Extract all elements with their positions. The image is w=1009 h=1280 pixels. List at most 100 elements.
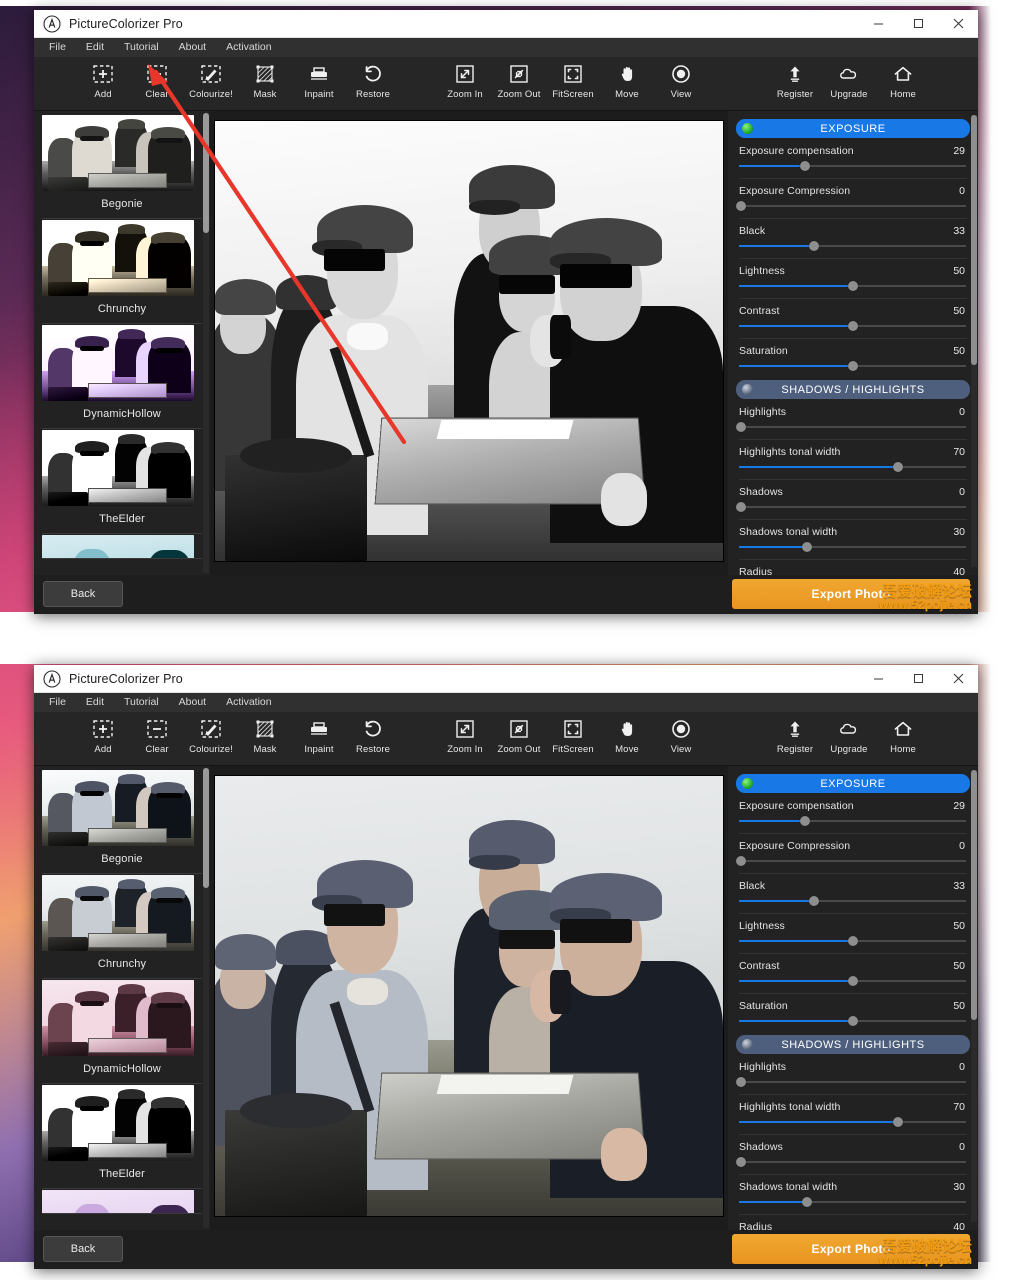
scrollbar-thumb[interactable]	[203, 113, 209, 233]
slider-contrast[interactable]: Contrast 50	[736, 960, 970, 986]
slider-knob[interactable]	[847, 361, 858, 371]
list-item[interactable]	[42, 1190, 202, 1214]
tool-move[interactable]: Move	[600, 61, 654, 100]
menu-item-file[interactable]: File	[40, 39, 75, 56]
section-header-shadows-highlights[interactable]: SHADOWS / HIGHLIGHTS	[736, 1035, 970, 1054]
list-item[interactable]: TheElder	[42, 430, 202, 534]
thumbnail-image[interactable]	[42, 980, 194, 1056]
preview-image-colorized[interactable]	[214, 775, 724, 1217]
tool-inpaint[interactable]: Inpaint	[292, 61, 346, 100]
slider-saturation[interactable]: Saturation 50	[736, 345, 970, 371]
thumbnail-scrollbar[interactable]	[203, 768, 209, 1228]
slider-knob[interactable]	[847, 976, 858, 986]
slider-exposure-compression[interactable]: Exposure Compression 0	[736, 185, 970, 211]
slider-knob[interactable]	[736, 1157, 747, 1167]
thumbnail-scrollbar[interactable]	[203, 113, 209, 573]
slider-track[interactable]	[739, 361, 966, 371]
tool-zoom-in[interactable]: Zoom In	[438, 61, 492, 100]
slider-knob[interactable]	[736, 422, 747, 432]
slider-track[interactable]	[736, 1077, 966, 1087]
slider-highlights[interactable]: Highlights 0	[736, 406, 970, 432]
menu-item-about[interactable]: About	[170, 39, 215, 56]
tool-view[interactable]: View	[654, 716, 708, 755]
tool-mask[interactable]: Mask	[238, 61, 292, 100]
panel-scrollbar[interactable]	[971, 770, 977, 1222]
list-item[interactable]: Begonie	[42, 115, 202, 219]
slider-highlights-tonal-width[interactable]: Highlights tonal width 70	[736, 446, 970, 472]
slider-radius[interactable]: Radius 40	[736, 566, 970, 575]
thumbnail-image[interactable]	[42, 875, 194, 951]
tool-add[interactable]: Add	[76, 61, 130, 100]
scrollbar-thumb[interactable]	[971, 115, 977, 365]
slider-knob[interactable]	[847, 321, 858, 331]
menu-item-about[interactable]: About	[170, 694, 215, 711]
scrollbar-thumb[interactable]	[203, 768, 209, 888]
image-canvas[interactable]	[210, 766, 728, 1230]
thumbnail-image[interactable]	[42, 770, 194, 846]
slider-track[interactable]	[736, 502, 966, 512]
slider-knob[interactable]	[808, 896, 819, 906]
slider-highlights-tonal-width[interactable]: Highlights tonal width 70	[736, 1101, 970, 1127]
slider-knob[interactable]	[802, 1197, 813, 1207]
tool-register[interactable]: Register	[768, 61, 822, 100]
tool-restore[interactable]: Restore	[346, 716, 400, 755]
slider-track[interactable]	[736, 201, 966, 211]
tool-clear[interactable]: Clear	[130, 61, 184, 100]
thumbnail-image[interactable]	[42, 430, 194, 506]
thumbnail-image[interactable]	[42, 535, 194, 558]
image-canvas[interactable]	[210, 111, 728, 575]
menu-item-activation[interactable]: Activation	[217, 694, 281, 711]
slider-shadows[interactable]: Shadows 0	[736, 1141, 970, 1167]
slider-track[interactable]	[739, 321, 966, 331]
tool-zoom-out[interactable]: Zoom Out	[492, 61, 546, 100]
section-header-shadows-highlights[interactable]: SHADOWS / HIGHLIGHTS	[736, 380, 970, 399]
close-icon[interactable]	[938, 665, 978, 693]
slider-track[interactable]	[739, 542, 966, 552]
list-item[interactable]: Chrunchy	[42, 220, 202, 324]
slider-track[interactable]	[736, 856, 966, 866]
slider-knob[interactable]	[799, 161, 810, 171]
slider-exposure-compression[interactable]: Exposure Compression 0	[736, 840, 970, 866]
back-button[interactable]: Back	[43, 1236, 123, 1262]
back-button[interactable]: Back	[43, 581, 123, 607]
slider-shadows-tonal-width[interactable]: Shadows tonal width 30	[736, 526, 970, 552]
slider-knob[interactable]	[847, 1016, 858, 1026]
list-item[interactable]: Chrunchy	[42, 875, 202, 979]
slider-track[interactable]	[739, 896, 966, 906]
tool-fit-screen[interactable]: FitScreen	[546, 716, 600, 755]
export-photo-button[interactable]: Export Photo	[732, 1234, 970, 1264]
slider-knob[interactable]	[847, 281, 858, 291]
panel-scrollbar[interactable]	[971, 115, 977, 567]
menu-item-activation[interactable]: Activation	[217, 39, 281, 56]
menu-item-edit[interactable]: Edit	[77, 39, 113, 56]
tool-upgrade[interactable]: Upgrade	[822, 716, 876, 755]
slider-knob[interactable]	[736, 856, 747, 866]
slider-track[interactable]	[739, 241, 966, 251]
slider-exposure-compensation[interactable]: Exposure compensation 29	[736, 800, 970, 826]
close-icon[interactable]	[938, 10, 978, 38]
slider-lightness[interactable]: Lightness 50	[736, 265, 970, 291]
slider-track[interactable]	[736, 422, 966, 432]
slider-knob[interactable]	[808, 241, 819, 251]
slider-track[interactable]	[739, 281, 966, 291]
slider-knob[interactable]	[802, 542, 813, 552]
section-header-exposure[interactable]: EXPOSURE	[736, 774, 970, 793]
slider-track[interactable]	[739, 161, 966, 171]
slider-track[interactable]	[736, 1157, 966, 1167]
slider-knob[interactable]	[736, 1077, 747, 1087]
slider-knob[interactable]	[736, 201, 747, 211]
minimize-icon[interactable]	[858, 665, 898, 693]
tool-add[interactable]: Add	[76, 716, 130, 755]
thumbnail-image[interactable]	[42, 220, 194, 296]
slider-knob[interactable]	[736, 502, 747, 512]
slider-track[interactable]	[739, 976, 966, 986]
slider-radius[interactable]: Radius 40	[736, 1221, 970, 1230]
slider-lightness[interactable]: Lightness 50	[736, 920, 970, 946]
slider-black[interactable]: Black 33	[736, 225, 970, 251]
tool-view[interactable]: View	[654, 61, 708, 100]
thumbnail-image[interactable]	[42, 1190, 194, 1213]
slider-knob[interactable]	[892, 1117, 903, 1127]
menu-item-tutorial[interactable]: Tutorial	[115, 694, 168, 711]
minimize-icon[interactable]	[858, 10, 898, 38]
slider-knob[interactable]	[892, 462, 903, 472]
